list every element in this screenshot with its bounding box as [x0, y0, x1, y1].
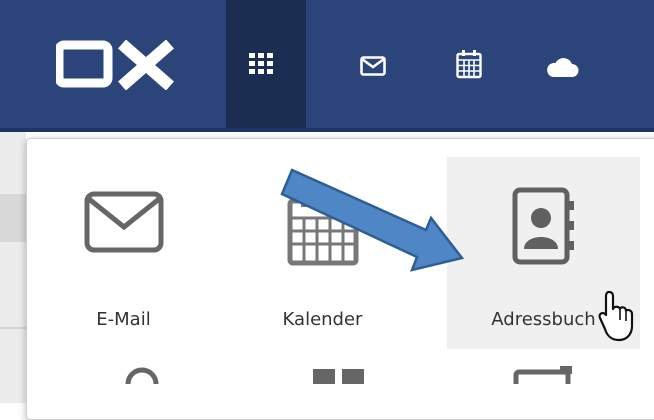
apps-grid-icon — [249, 53, 273, 74]
mail-icon — [84, 191, 163, 253]
topbar-divider — [0, 128, 654, 132]
partial-app-icon[interactable] — [122, 364, 162, 384]
ox-logo[interactable] — [56, 40, 176, 90]
mail-icon[interactable] — [360, 56, 386, 76]
app-tile-label: Kalender — [282, 309, 363, 330]
top-bar — [0, 0, 654, 132]
background-content — [0, 132, 26, 403]
partial-app-icon[interactable] — [512, 364, 582, 384]
app-tile-address-book[interactable]: Adressbuch — [447, 157, 640, 349]
app-tile-email[interactable]: E-Mail — [27, 157, 220, 349]
app-tile-label: Adressbuch — [491, 309, 596, 330]
app-tile-calendar[interactable]: Kalender — [226, 157, 419, 349]
app-tile-label: E-Mail — [96, 309, 151, 330]
background-divider — [0, 327, 26, 329]
calendar-icon — [287, 193, 358, 266]
cloud-icon[interactable] — [545, 56, 579, 78]
app-launcher-button[interactable] — [226, 0, 306, 132]
background-row — [0, 194, 26, 242]
calendar-icon[interactable] — [456, 49, 482, 79]
partial-app-icon[interactable] — [309, 364, 369, 384]
app-launcher-dropdown: E-Mail Kalender Adressbuch — [26, 138, 654, 420]
address-book-icon — [512, 187, 574, 265]
